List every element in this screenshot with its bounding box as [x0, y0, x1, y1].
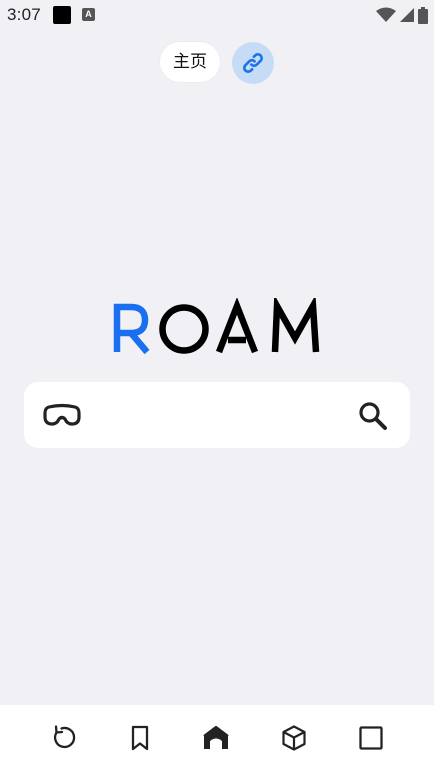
square-tabs-icon: [359, 726, 383, 750]
cube-icon: [282, 725, 306, 751]
roam-logo: [113, 298, 320, 355]
logo-letter-m: [271, 298, 320, 353]
search-input[interactable]: [102, 396, 342, 434]
wifi-icon: [376, 7, 396, 22]
system-icons: [376, 5, 428, 25]
home-button[interactable]: [200, 722, 232, 754]
home-icon: [203, 725, 229, 749]
link-icon: [243, 53, 263, 73]
search-bar[interactable]: [24, 382, 410, 448]
cellular-signal-icon: [400, 8, 414, 22]
status-bar: 3:07 A: [0, 0, 434, 30]
status-time: 3:07: [7, 5, 41, 24]
refresh-button[interactable]: [46, 722, 78, 754]
cube-button[interactable]: [278, 722, 310, 754]
vr-headset-icon[interactable]: [43, 403, 81, 427]
logo-letter-r: [113, 303, 150, 355]
link-button[interactable]: [232, 42, 274, 84]
refresh-icon: [53, 725, 76, 749]
bookmark-button[interactable]: [124, 722, 156, 754]
bottom-nav: [0, 705, 434, 771]
logo-letter-o: [159, 304, 209, 354]
home-tab[interactable]: 主页: [160, 42, 220, 82]
bookmark-icon: [131, 725, 149, 751]
battery-icon: [418, 6, 428, 24]
black-square-icon: [53, 6, 71, 24]
search-icon[interactable]: [358, 401, 388, 431]
logo-letter-a: [215, 298, 259, 354]
text-a-icon: A: [82, 8, 95, 21]
tabs-button[interactable]: [355, 722, 387, 754]
